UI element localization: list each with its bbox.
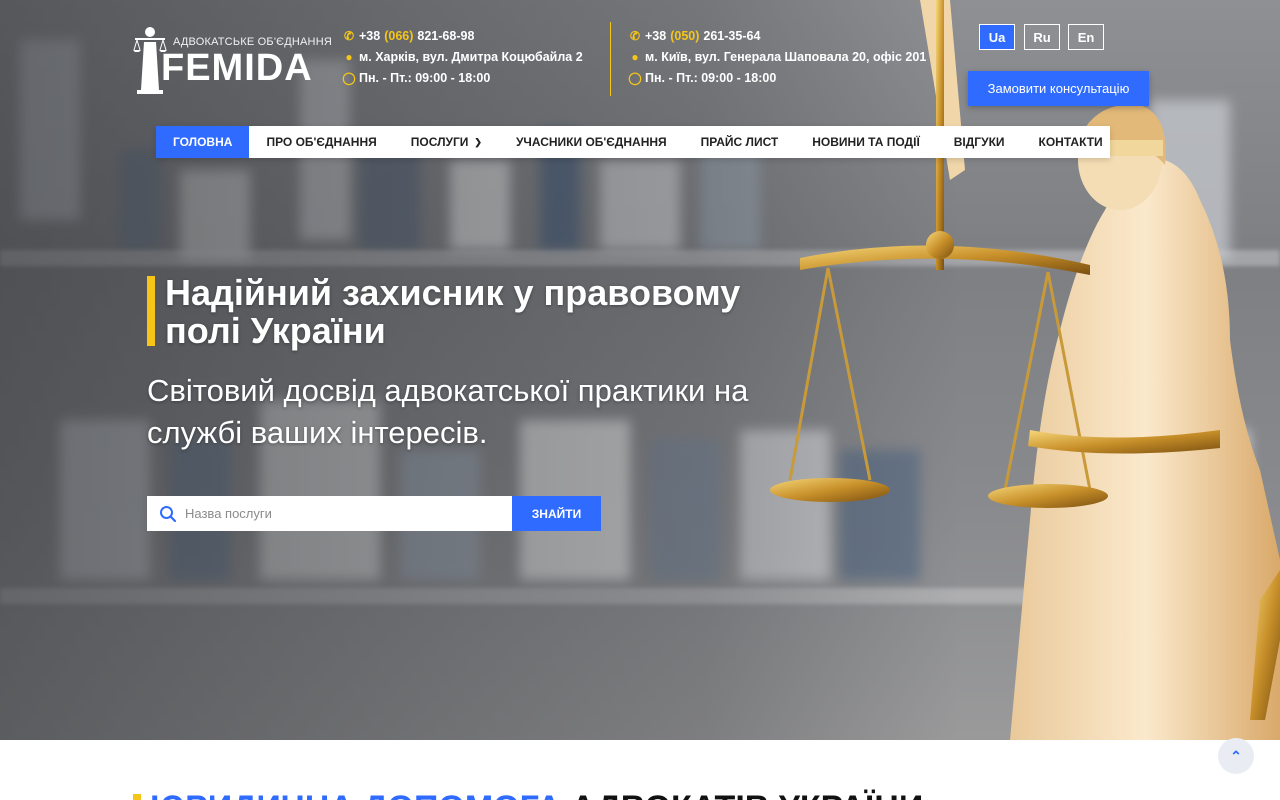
search-button[interactable]: ЗНАЙТИ [512,496,601,531]
clock-icon: ◯ [342,71,356,85]
phone-prefix: +38 [359,29,381,43]
address-text: м. Київ, вул. Генерала Шаповала 20, офіс… [645,50,927,64]
clock-icon: ◯ [628,71,642,85]
contact-kyiv: ✆ +38 (050) 261-35-64 ● м. Київ, вул. Ге… [628,26,926,89]
nav-services[interactable]: ПОСЛУГИ ❯ [394,126,499,158]
phone-row[interactable]: ✆ +38 (066) 821-68-98 [342,26,583,47]
nav-contacts[interactable]: КОНТАКТИ [1022,126,1120,158]
section-title-dark: АДВОКАТІВ УКРАЇНИ [571,789,924,800]
lang-en-button[interactable]: En [1068,24,1104,50]
contact-kharkiv: ✆ +38 (066) 821-68-98 ● м. Харків, вул. … [342,26,583,89]
chevron-down-icon: ❯ [474,136,482,147]
nav-members[interactable]: УЧАСНИКИ ОБ'ЄДНАННЯ [499,126,684,158]
phone-number: 261-35-64 [703,29,761,43]
phone-code: (066) [384,29,414,43]
phone-code: (050) [670,29,700,43]
map-marker-icon: ● [631,50,639,64]
chevron-up-icon: ⌃ [1230,747,1242,764]
phone-row[interactable]: ✆ +38 (050) 261-35-64 [628,26,926,47]
hero-title: Надійний захисник у правовому полі Украї… [165,272,741,351]
nav-services-label: ПОСЛУГИ [410,135,469,149]
nav-home[interactable]: ГОЛОВНА [156,126,250,158]
justice-statue-image [770,0,1280,740]
phone-number: 821-68-98 [417,29,475,43]
hours-text: Пн. - Пт.: 09:00 - 18:00 [359,71,491,85]
phone-icon: ✆ [629,29,641,43]
address-text: м. Харків, вул. Дмитра Коцюбайла 2 [359,50,583,64]
contact-divider [610,22,611,96]
section-accent-bar [133,794,141,800]
title-accent-bar [147,276,155,346]
map-marker-icon: ● [345,50,353,64]
search-icon [160,505,177,522]
nav-news[interactable]: НОВИНИ ТА ПОДІЇ [795,126,936,158]
lang-ua-button[interactable]: Ua [979,24,1015,50]
nav-reviews[interactable]: ВІДГУКИ [937,126,1022,158]
main-nav: ГОЛОВНА ПРО ОБ'ЄДНАННЯ ПОСЛУГИ ❯ УЧАСНИК… [156,126,1110,158]
nav-price-list[interactable]: ПРАЙС ЛИСТ [684,126,796,158]
service-search: ЗНАЙТИ [147,496,601,531]
search-field[interactable] [147,496,512,531]
nav-about[interactable]: ПРО ОБ'ЄДНАННЯ [249,126,393,158]
section-title: ЮРИДИЧНА ДОПОМОГА АДВОКАТІВ УКРАЇНИ [150,788,923,800]
order-consultation-button[interactable]: Замовити консультацію [968,71,1149,106]
hours-text: Пн. - Пт.: 09:00 - 18:00 [645,71,777,85]
lang-ru-button[interactable]: Ru [1024,24,1060,50]
scroll-to-top-button[interactable]: ⌃ [1218,738,1254,774]
section-title-blue: ЮРИДИЧНА ДОПОМОГА [150,789,561,800]
phone-prefix: +38 [645,29,667,43]
search-input[interactable] [185,506,505,521]
site-logo[interactable]: АДВОКАТСЬКЕ ОБ'ЄДНАННЯ FEMIDA [131,24,332,94]
phone-icon: ✆ [343,29,355,43]
logo-name: FEMIDA [161,47,313,89]
hero-subtitle: Світовий досвід адвокатської практики на… [147,373,749,450]
